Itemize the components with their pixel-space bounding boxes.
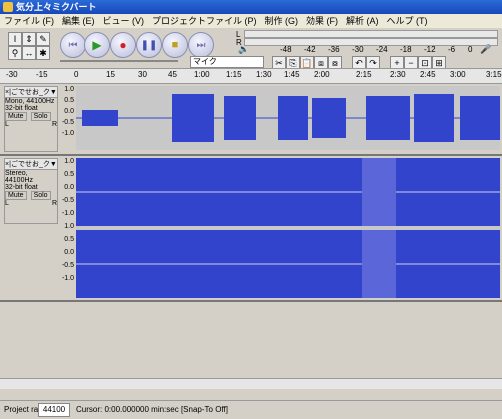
mute-button[interactable]: Mute: [5, 112, 27, 121]
track-format: Mono, 44100Hz: [5, 98, 55, 105]
mic-icon: 🎤: [480, 44, 492, 54]
waveform-mono[interactable]: [76, 86, 500, 150]
app-icon: [3, 2, 13, 12]
meter-tick: -30: [352, 45, 364, 54]
ruler-label: 2:00: [314, 70, 330, 79]
ruler-label: 2:15: [356, 70, 372, 79]
draw-tool-icon[interactable]: ✎: [36, 32, 50, 46]
menu-generate[interactable]: 制作 (G): [261, 14, 303, 28]
track-control-panel: ×|ごでせお_ク▼ Mono, 44100Hz 32-bit float Mut…: [4, 86, 58, 152]
menu-analyze[interactable]: 解析 (A): [342, 14, 383, 28]
status-bar: Project rate: 44100 Cursor: 0:00.000000 …: [0, 400, 502, 419]
volume-slider[interactable]: [60, 60, 120, 62]
scale-label: -1.0: [61, 130, 74, 137]
scale-label: 1.0: [64, 158, 74, 165]
zoom-tool-icon[interactable]: ⚲: [8, 46, 22, 60]
menu-bar: ファイル (F) 編集 (E) ビュー (V) プロジェクトファイル (P) 制…: [0, 14, 502, 28]
ruler-label: 3:00: [450, 70, 466, 79]
ruler-label: -30: [6, 70, 18, 79]
horizontal-scrollbar[interactable]: [0, 378, 502, 389]
project-rate-select[interactable]: 44100: [38, 403, 70, 417]
ruler-label: 1:00: [194, 70, 210, 79]
input-select[interactable]: マイク: [190, 56, 264, 68]
meter-tick: -18: [400, 45, 412, 54]
ruler-label: 3:15: [486, 70, 502, 79]
menu-view[interactable]: ビュー (V): [99, 14, 149, 28]
scale-label: 1.0: [64, 86, 74, 93]
scale-label: 0.0: [64, 108, 74, 115]
cursor-status: Cursor: 0:00.000000 min:sec [Snap-To Off…: [76, 405, 228, 414]
menu-project[interactable]: プロジェクトファイル (P): [148, 14, 261, 28]
skip-start-button[interactable]: ⏮: [60, 32, 86, 58]
solo-button[interactable]: Solo: [30, 191, 51, 200]
mic-slider[interactable]: [118, 60, 178, 62]
window-title: 気分上々ミクバート: [16, 2, 97, 12]
meter-tick: 0: [468, 45, 473, 54]
scale-label: 0.0: [64, 249, 74, 256]
scale-label: 0.5: [64, 236, 74, 243]
speaker-icon: 🔈: [238, 44, 250, 54]
timeshift-tool-icon[interactable]: ↔: [22, 46, 36, 60]
record-button[interactable]: ●: [110, 32, 136, 58]
track-stereo: ×|ごでせお_ク▼ Stereo, 44100Hz 32-bit float M…: [0, 156, 502, 302]
scale-label: -0.5: [61, 119, 74, 126]
pause-button[interactable]: ❚❚: [136, 32, 162, 58]
scale-label: -1.0: [61, 210, 74, 217]
ruler-label: 1:15: [226, 70, 242, 79]
amplitude-scale: 1.0 0.5 0.0 -0.5 -1.0: [56, 86, 74, 150]
scale-label: -0.5: [61, 197, 74, 204]
menu-edit[interactable]: 編集 (E): [58, 14, 99, 28]
ruler-label: 1:45: [284, 70, 300, 79]
scale-label: -0.5: [61, 262, 74, 269]
pan-left-label: L: [5, 200, 9, 207]
timeline-ruler[interactable]: -30 -15 0 15 30 45 1:00 1:15 1:30 1:45 2…: [0, 68, 502, 84]
menu-effect[interactable]: 効果 (F): [302, 14, 342, 28]
track-bit-depth: 32-bit float: [5, 105, 38, 112]
selection-tool-icon[interactable]: I: [8, 32, 22, 46]
solo-button[interactable]: Solo: [30, 112, 51, 121]
scale-label: 0.5: [64, 97, 74, 104]
ruler-label: 1:30: [256, 70, 272, 79]
track-name[interactable]: ×|ごでせお_ク▼: [5, 87, 57, 98]
scale-label: 0.5: [64, 171, 74, 178]
play-button[interactable]: ▶: [84, 32, 110, 58]
scale-label: -1.0: [61, 275, 74, 282]
amplitude-scale: 1.0 0.5 0.0 -0.5 -1.0 1.0 0.5 0.0 -0.5 -…: [56, 158, 74, 298]
scale-label: 1.0: [64, 223, 74, 230]
ruler-label: -15: [36, 70, 48, 79]
track-control-panel: ×|ごでせお_ク▼ Stereo, 44100Hz 32-bit float M…: [4, 158, 58, 224]
meter-tick: -6: [448, 45, 456, 54]
meter-tick: -48: [280, 45, 292, 54]
stop-button[interactable]: ■: [162, 32, 188, 58]
meter-left-bar: [244, 30, 498, 38]
ruler-label: 2:30: [390, 70, 406, 79]
ruler-label: 2:45: [420, 70, 436, 79]
ruler-label: 0: [74, 70, 79, 79]
track-name[interactable]: ×|ごでせお_ク▼: [5, 159, 57, 170]
ruler-label: 30: [138, 70, 147, 79]
envelope-tool-icon[interactable]: ⇕: [22, 32, 36, 46]
waveform-stereo[interactable]: [76, 158, 500, 298]
track-format: Stereo, 44100Hz: [5, 170, 34, 184]
menu-help[interactable]: ヘルプ (T): [383, 14, 432, 28]
ruler-label: 45: [168, 70, 177, 79]
meter-tick: -36: [328, 45, 340, 54]
multi-tool-icon[interactable]: ✱: [36, 46, 50, 60]
meter-tick: -42: [304, 45, 316, 54]
track-bit-depth: 32-bit float: [5, 184, 38, 191]
meter-tick: -12: [424, 45, 436, 54]
meter-tick: -24: [376, 45, 388, 54]
menu-file[interactable]: ファイル (F): [0, 14, 58, 28]
skip-end-button[interactable]: ⏭: [188, 32, 214, 58]
track-mono: ×|ごでせお_ク▼ Mono, 44100Hz 32-bit float Mut…: [0, 84, 502, 156]
mute-button[interactable]: Mute: [5, 191, 27, 200]
title-bar: 気分上々ミクバート: [0, 0, 502, 14]
ruler-label: 15: [106, 70, 115, 79]
scale-label: 0.0: [64, 184, 74, 191]
pan-left-label: L: [5, 121, 9, 128]
